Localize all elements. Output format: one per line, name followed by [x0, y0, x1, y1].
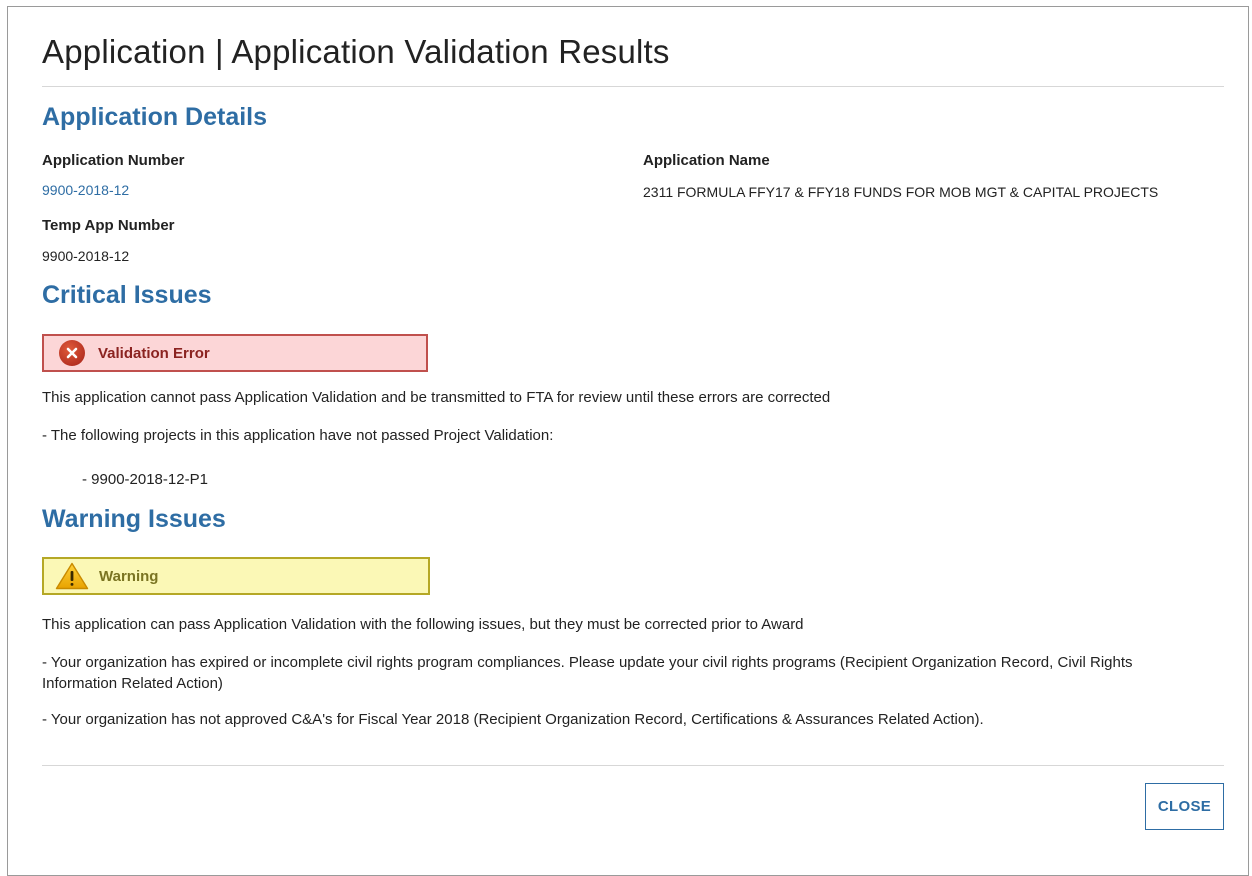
warning-issue-item: - Your organization has expired or incom… [42, 654, 1133, 692]
temp-app-number-label: Temp App Number [42, 217, 175, 234]
application-details-heading: Application Details [42, 103, 268, 131]
error-x-icon [59, 340, 85, 366]
warning-issue-item: - Your organization has not approved C&A… [42, 711, 984, 728]
application-number-link[interactable]: 9900-2018-12 [42, 182, 129, 198]
dialog-title: Application | Application Validation Res… [42, 33, 670, 70]
critical-description: This application cannot pass Application… [42, 389, 831, 406]
footer-divider [42, 765, 1224, 766]
application-name-label: Application Name [643, 152, 770, 169]
title-divider [42, 86, 1224, 87]
warning-label: Warning [99, 567, 159, 585]
validation-results-dialog: Application | Application Validation Res… [7, 6, 1249, 876]
validation-error-label: Validation Error [98, 344, 210, 362]
critical-issues-heading: Critical Issues [42, 281, 212, 309]
warning-alert: Warning [42, 557, 430, 595]
application-name-value: 2311 FORMULA FFY17 & FFY18 FUNDS FOR MOB… [643, 184, 1159, 200]
warning-description: This application can pass Application Va… [42, 616, 804, 633]
warning-triangle-icon [55, 562, 89, 590]
temp-app-number-value: 9900-2018-12 [42, 248, 130, 264]
failed-project-item: - 9900-2018-12-P1 [82, 471, 208, 488]
application-number-label: Application Number [42, 152, 185, 169]
validation-error-alert: Validation Error [42, 334, 428, 372]
close-button[interactable]: CLOSE [1145, 783, 1224, 830]
critical-issue-item: - The following projects in this applica… [42, 427, 554, 444]
warning-issues-heading: Warning Issues [42, 505, 226, 533]
